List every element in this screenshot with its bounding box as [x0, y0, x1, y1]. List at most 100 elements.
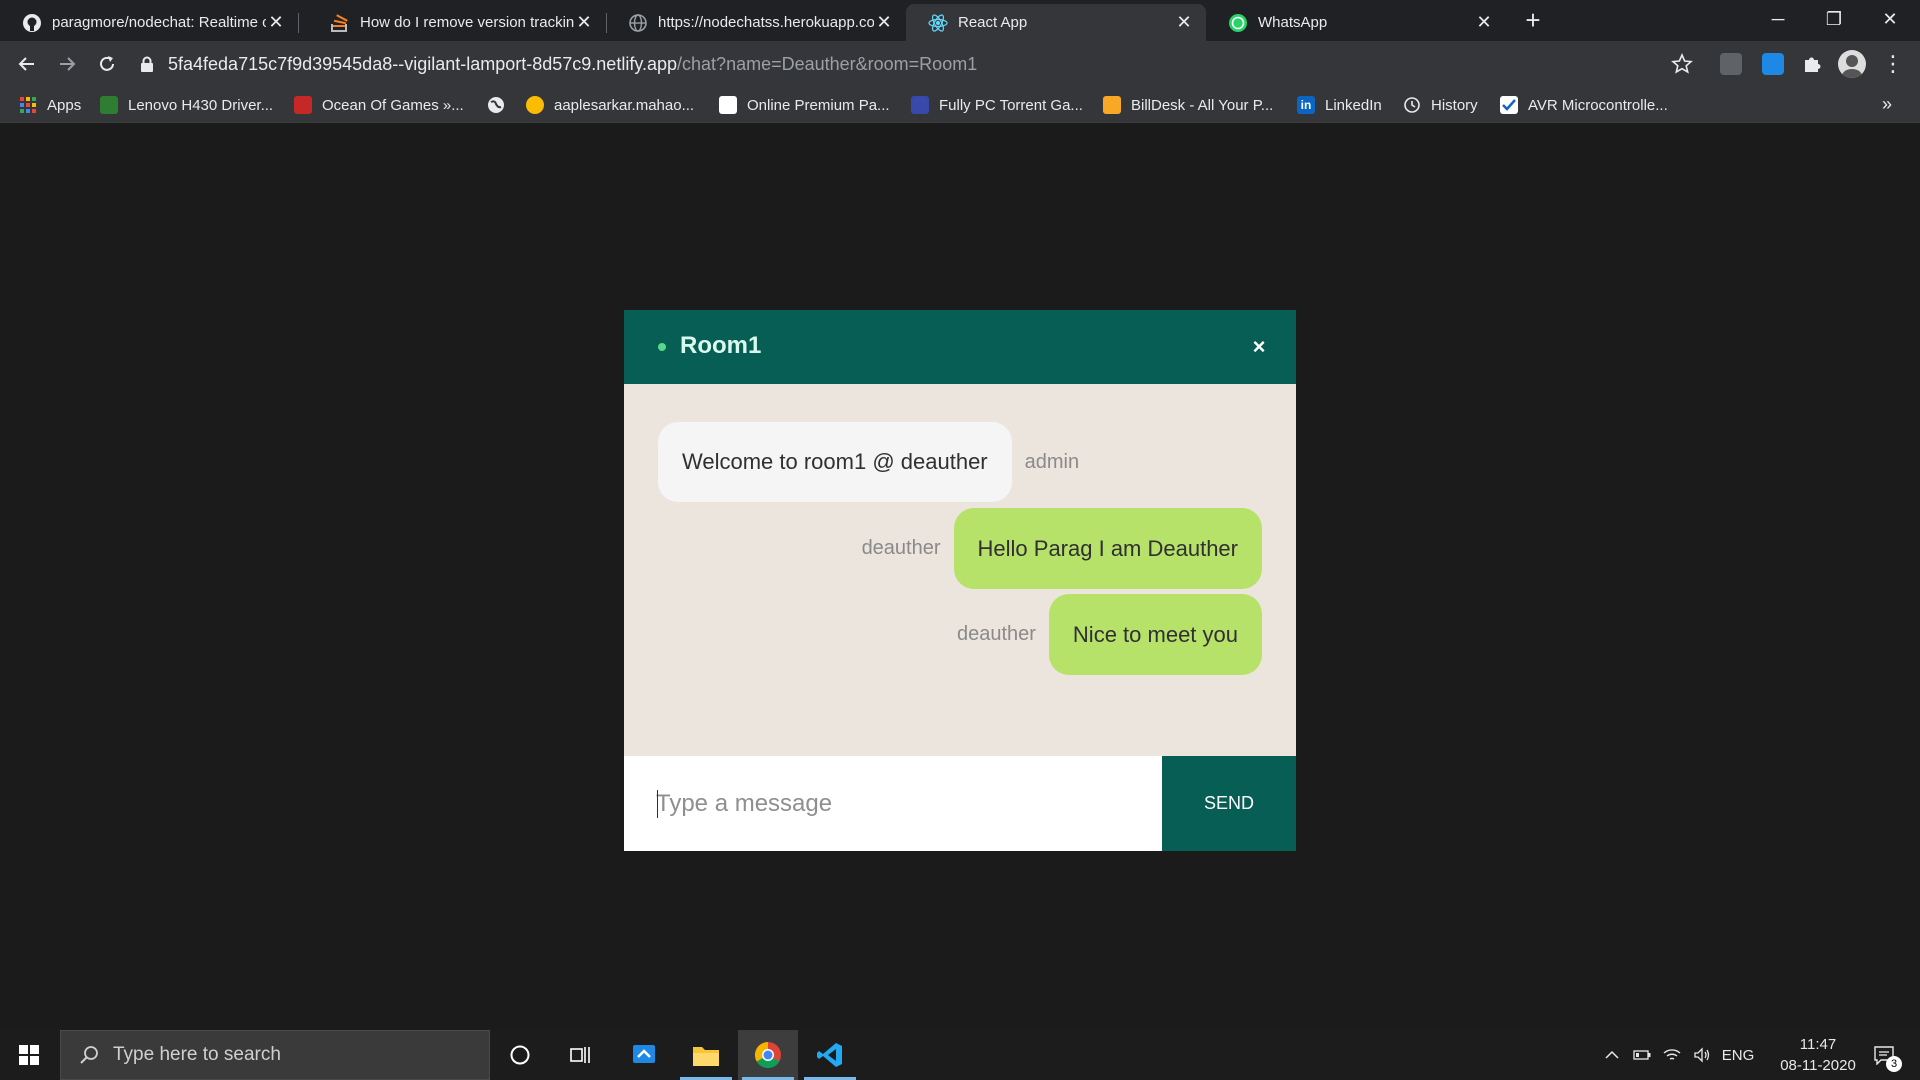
extension-share-icon[interactable]	[1762, 53, 1784, 75]
message-composer: SEND	[624, 756, 1296, 851]
message-text: Welcome to room1 @ deauther	[682, 449, 988, 474]
aaplesarkar-icon	[526, 96, 544, 114]
bookmark-lenovo[interactable]: Lenovo H430 Driver...	[100, 87, 273, 123]
new-tab-button[interactable]: +	[1518, 6, 1548, 36]
chat-window: Room1 × Welcome to room1 @ deauther admi…	[624, 310, 1296, 851]
bookmark-label: Lenovo H430 Driver...	[128, 96, 274, 114]
send-button[interactable]: SEND	[1162, 756, 1296, 851]
clock[interactable]: 11:47 08-11-2020	[1758, 1034, 1878, 1076]
tab-close-icon[interactable]: ✕	[574, 12, 594, 33]
browser-toolbar: 5fa4feda715c7f9d39545da8--vigilant-lampo…	[0, 41, 1920, 87]
tab-close-icon[interactable]: ✕	[1474, 12, 1494, 33]
notification-count-badge: 3	[1886, 1056, 1902, 1072]
tab-title: paragmore/nodechat: Realtime ch	[52, 14, 266, 31]
bookmark-avr[interactable]: AVR Microcontrolle...	[1500, 87, 1668, 123]
search-placeholder: Type here to search	[113, 1044, 281, 1065]
extension-fb-icon[interactable]	[1720, 53, 1742, 75]
profile-avatar[interactable]	[1838, 50, 1866, 78]
tab-whatsapp[interactable]: WhatsApp ✕	[1206, 4, 1506, 41]
bookmark-label: History	[1431, 96, 1478, 114]
tab-close-icon[interactable]: ✕	[266, 12, 286, 33]
message-input[interactable]	[624, 756, 1162, 851]
ocean-of-games-icon	[294, 96, 312, 114]
bookmark-globe[interactable]	[487, 87, 515, 123]
text-caret	[657, 790, 658, 818]
message-row-outgoing: deauther Hello Parag I am Deauther	[862, 508, 1262, 589]
tab-title: React App	[958, 14, 1028, 31]
react-icon	[928, 13, 948, 33]
whatsapp-icon	[1228, 13, 1248, 33]
more-bookmarks-button[interactable]: »	[1882, 87, 1892, 123]
vscode-icon[interactable]	[800, 1030, 860, 1080]
bookmark-history[interactable]: History	[1403, 87, 1478, 123]
taskbar: Type here to search ENG 11:47 08-11-2020…	[0, 1030, 1920, 1080]
bookmarks-bar: Apps Lenovo H430 Driver... Ocean Of Game…	[0, 87, 1920, 123]
online-status-dot	[658, 343, 666, 351]
volume-icon[interactable]	[1690, 1030, 1714, 1080]
message-list: Welcome to room1 @ deauther admin deauth…	[624, 384, 1296, 754]
language-indicator[interactable]: ENG	[1720, 1030, 1756, 1080]
room-title: Room1	[680, 332, 762, 359]
tab-github[interactable]: paragmore/nodechat: Realtime ch ✕	[0, 4, 299, 41]
cortana-icon[interactable]	[490, 1030, 550, 1080]
battery-icon[interactable]	[1630, 1030, 1654, 1080]
message-row-incoming: Welcome to room1 @ deauther admin	[658, 422, 1079, 502]
bookmark-star-icon[interactable]	[1668, 50, 1696, 78]
globe-bookmark-icon	[487, 96, 505, 114]
message-sender: deauther	[956, 623, 1036, 645]
notification-center-icon[interactable]	[1866, 1030, 1902, 1080]
message-text: Hello Parag I am Deauther	[977, 535, 1238, 561]
back-button[interactable]	[11, 48, 43, 80]
close-window-button[interactable]: ✕	[1862, 0, 1918, 41]
chrome-taskbar-icon[interactable]	[738, 1030, 798, 1080]
bookmark-ocean-of-games[interactable]: Ocean Of Games »...	[294, 87, 464, 123]
address-bar[interactable]: 5fa4feda715c7f9d39545da8--vigilant-lampo…	[140, 46, 1695, 82]
message-bubble: Nice to meet you	[1048, 594, 1262, 675]
billdesk-icon	[1103, 96, 1121, 114]
close-chat-button[interactable]: ×	[1244, 332, 1274, 362]
minimize-button[interactable]: ─	[1750, 0, 1806, 41]
chevron-up-icon[interactable]	[1600, 1030, 1624, 1080]
reload-button[interactable]	[91, 48, 123, 80]
bookmark-aaplesarkar[interactable]: aaplesarkar.mahao...	[526, 87, 694, 123]
linkedin-icon: in	[1297, 96, 1315, 114]
message-sender: deauther	[861, 537, 941, 559]
task-view-icon[interactable]	[550, 1030, 610, 1080]
bookmark-fully-pc-torrent[interactable]: Fully PC Torrent Ga...	[911, 87, 1083, 123]
bookmark-label: aaplesarkar.mahao...	[554, 96, 695, 114]
tab-strip: paragmore/nodechat: Realtime ch ✕ How do…	[0, 0, 1920, 41]
bookmark-label: LinkedIn	[1325, 96, 1382, 114]
tab-close-icon[interactable]: ✕	[874, 12, 894, 33]
windows-start-icon[interactable]	[0, 1030, 58, 1080]
taskbar-search-input[interactable]: Type here to search	[60, 1030, 490, 1080]
bookmark-online-premium[interactable]: Online Premium Pa...	[719, 87, 890, 123]
fully-pc-torrent-icon	[911, 96, 929, 114]
bookmark-billdesk[interactable]: BillDesk - All Your P...	[1103, 87, 1273, 123]
online-premium-icon	[719, 96, 737, 114]
share-app-icon[interactable]	[614, 1030, 674, 1080]
bookmark-apps[interactable]: Apps	[19, 87, 81, 123]
browser-menu-icon[interactable]: ⋮	[1882, 51, 1904, 79]
clock-date: 08-11-2020	[1780, 1057, 1856, 1074]
chat-header: Room1 ×	[624, 310, 1296, 384]
bookmark-linkedin[interactable]: in LinkedIn	[1297, 87, 1382, 123]
forward-button[interactable]	[51, 48, 83, 80]
tab-stackoverflow[interactable]: How do I remove version tracking ✕	[308, 4, 607, 41]
tab-close-icon[interactable]: ✕	[1174, 12, 1194, 33]
extensions-puzzle-icon[interactable]	[1801, 53, 1823, 75]
tab-title: https://nodechatss.herokuapp.com	[658, 14, 874, 31]
bookmark-label: Ocean Of Games »...	[322, 96, 464, 114]
history-icon	[1403, 96, 1421, 114]
tab-heroku[interactable]: https://nodechatss.herokuapp.com ✕	[606, 4, 906, 41]
restore-button[interactable]: ❐	[1806, 0, 1862, 41]
globe-icon	[628, 13, 648, 33]
lenovo-icon	[100, 96, 118, 114]
message-bubble: Welcome to room1 @ deauther	[658, 422, 1012, 502]
tab-react-app[interactable]: React App ✕	[906, 4, 1206, 41]
message-row-outgoing: deauther Nice to meet you	[957, 594, 1262, 675]
bookmark-label: BillDesk - All Your P...	[1131, 96, 1274, 114]
avr-icon	[1500, 96, 1518, 114]
wifi-icon[interactable]	[1660, 1030, 1684, 1080]
file-explorer-icon[interactable]	[676, 1030, 736, 1080]
search-icon	[79, 1045, 99, 1065]
